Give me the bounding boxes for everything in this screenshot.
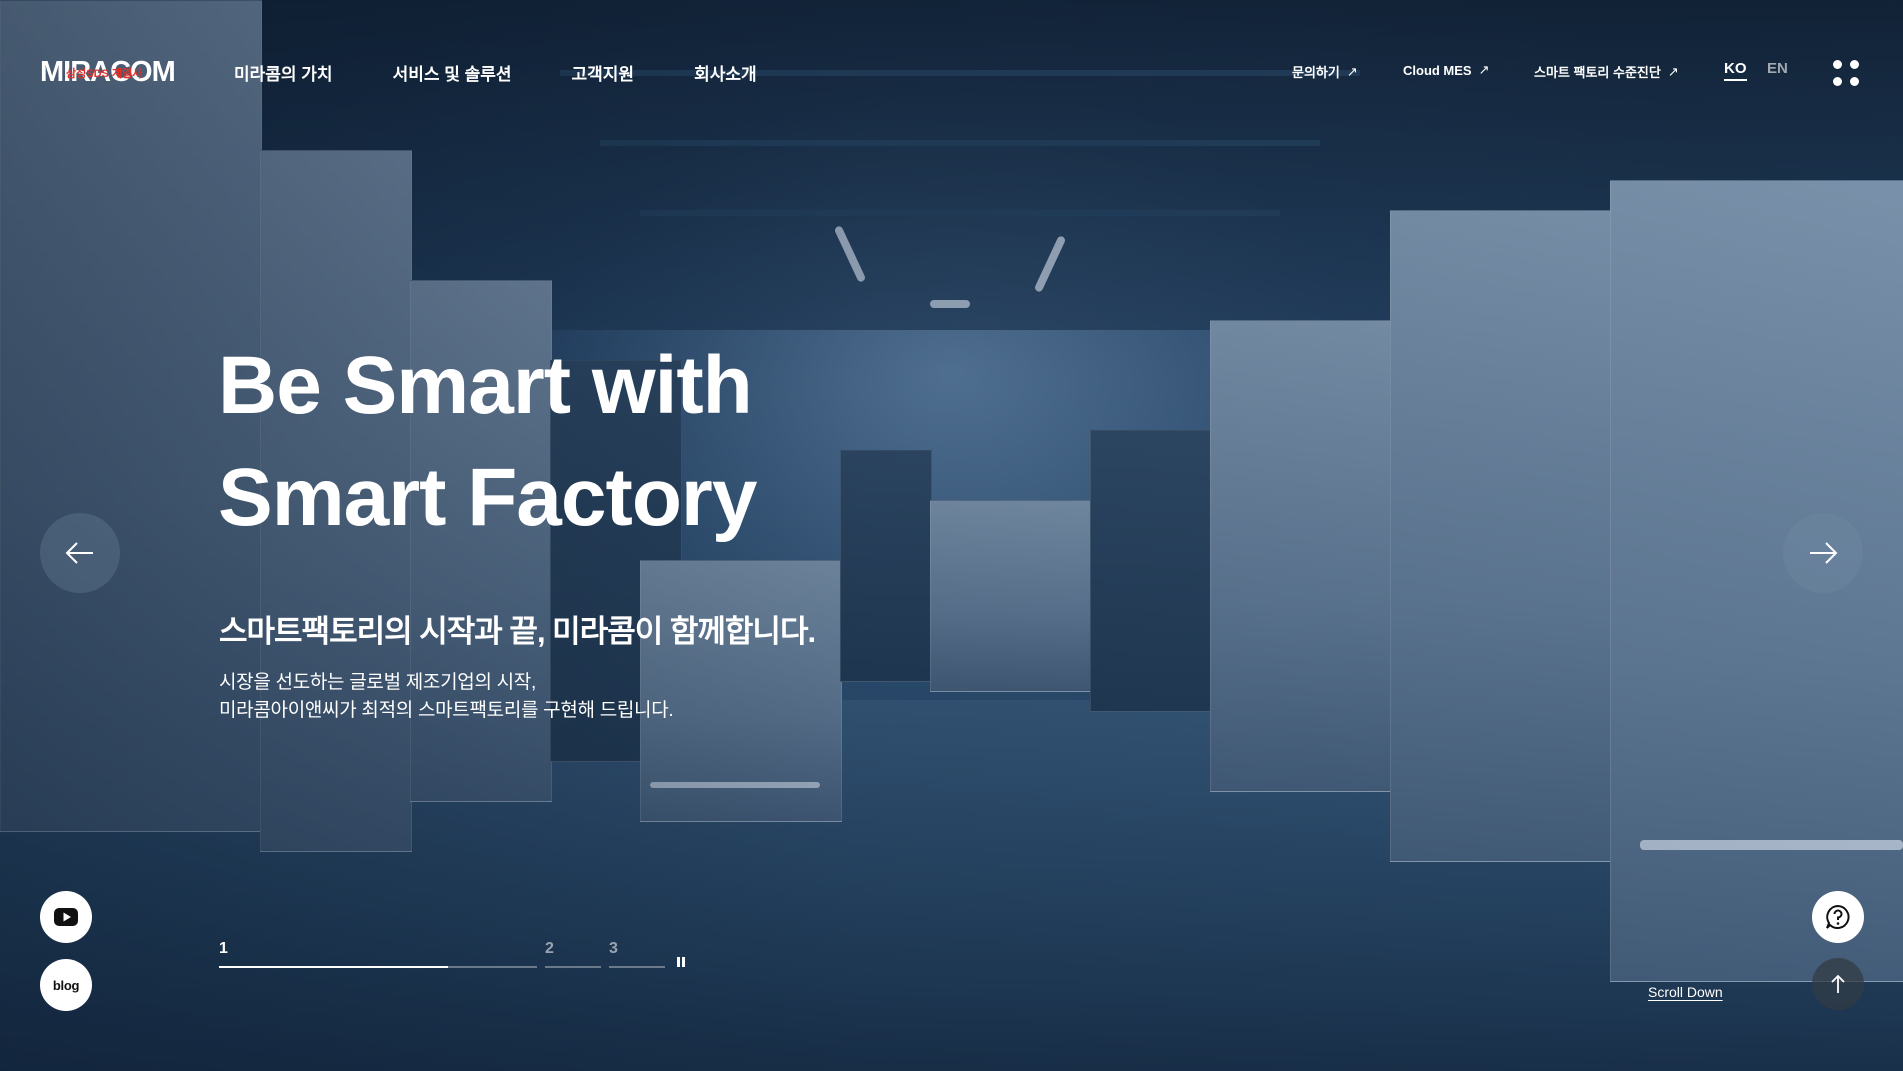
logo-tagline: 삼성SDS 계열사 [66,68,143,80]
hero-headline-line2: Smart Factory [218,452,757,543]
hero-description-line2: 미라콤아이앤씨가 최적의 스마트팩토리를 구현해 드립니다. [219,700,674,721]
hero-section: MIRACOM 삼성SDS 계열사 미라콤의 가치 서비스 및 솔루션 고객지원… [0,0,1903,1071]
util-link-label: 스마트 팩토리 수준진단 [1534,65,1661,80]
util-link-inquiry[interactable]: 문의하기 ↗ [1292,62,1358,81]
hero-subheadline: 스마트팩토리의 시작과 끝, 미라콤이 함께합니다. [219,614,816,649]
hero-headline: Be Smart with Smart Factory [218,330,757,554]
chat-help-button[interactable] [1812,891,1864,943]
blog-button[interactable]: blog [40,959,92,1011]
sitemap-menu-icon[interactable] [1833,60,1859,86]
util-link-label: 문의하기 [1292,65,1340,80]
scroll-down-link[interactable]: Scroll Down [1648,984,1723,1000]
nav-item-value[interactable]: 미라콤의 가치 [234,60,333,85]
slider-next-button[interactable] [1783,513,1863,593]
pager-progress-track [609,966,665,968]
nav-item-company[interactable]: 회사소개 [694,60,757,85]
youtube-icon [54,908,78,926]
hero-description-line1: 시장을 선도하는 글로벌 제조기업의 시작, [219,672,536,693]
util-link-cloud-mes[interactable]: Cloud MES ↗ [1403,62,1490,78]
blog-label: blog [52,977,80,993]
arrow-ne-icon: ↗ [1346,63,1358,79]
arrow-up-icon [1831,974,1845,993]
pager-number: 2 [545,940,554,957]
util-link-label: Cloud MES [1403,62,1472,78]
util-link-inquiry-wrap: 문의하기 ↗ [1292,62,1358,81]
arrow-ne-icon: ↗ [1667,63,1679,79]
util-link-factory-diagnosis[interactable]: 스마트 팩토리 수준진단 ↗ [1534,62,1679,81]
pager-item-3[interactable]: 3 [609,940,665,968]
slider-prev-button[interactable] [40,513,120,593]
youtube-button[interactable] [40,891,92,943]
nav-item-support[interactable]: 고객지원 [572,60,635,85]
pause-icon[interactable] [677,957,685,967]
pager-progress-track [545,966,601,968]
scroll-top-button[interactable] [1812,958,1864,1010]
arrow-ne-icon: ↗ [1478,62,1490,77]
main-navigation: 미라콤의 가치 서비스 및 솔루션 고객지원 회사소개 [234,60,817,85]
nav-item-services[interactable]: 서비스 및 솔루션 [393,60,512,85]
question-chat-icon [1826,904,1850,929]
arrow-left-icon [65,542,93,564]
brand-logo[interactable]: MIRACOM 삼성SDS 계열사 [40,56,176,89]
util-link-cloudmes-wrap: Cloud MES ↗ [1403,62,1490,78]
lang-en-button[interactable]: EN [1767,60,1788,77]
arrow-right-icon [1810,542,1838,564]
hero-headline-line1: Be Smart with [218,340,753,431]
pager-progress-track [219,966,537,968]
hero-description: 시장을 선도하는 글로벌 제조기업의 시작, 미라콤아이앤씨가 최적의 스마트팩… [219,669,674,725]
util-link-diagnosis-wrap: 스마트 팩토리 수준진단 ↗ [1534,62,1679,81]
pager-number: 1 [219,940,228,957]
pager-item-2[interactable]: 2 [545,940,601,968]
lang-ko-button[interactable]: KO [1724,60,1747,81]
pager-item-1[interactable]: 1 [219,940,537,968]
pager-progress-fill [219,966,448,968]
pager-number: 3 [609,940,618,957]
